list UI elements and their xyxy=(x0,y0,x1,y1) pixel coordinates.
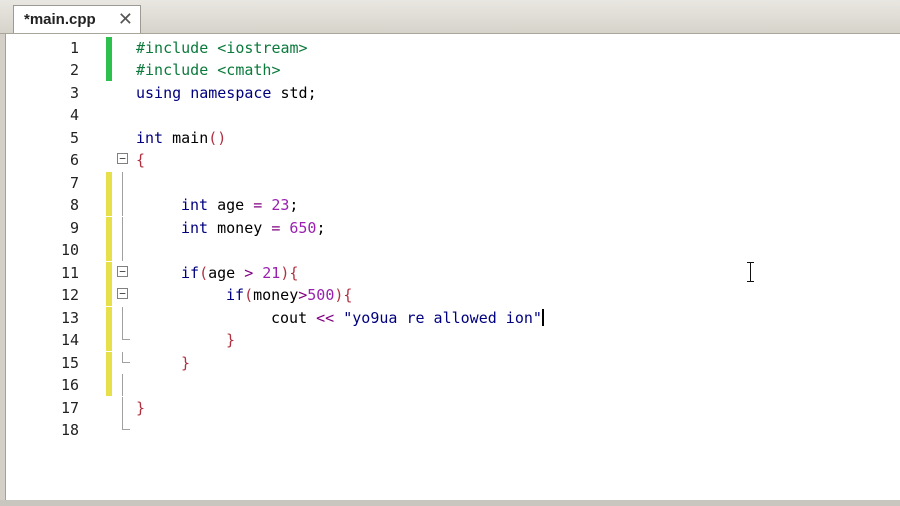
gutter-row: 16 xyxy=(6,374,900,396)
tab-title: *main.cpp xyxy=(24,11,96,28)
fold-end-marker xyxy=(122,419,130,430)
bottom-border xyxy=(0,500,900,506)
code-text: } xyxy=(136,399,146,417)
fold-guide-line xyxy=(122,172,123,194)
code-text: cout << "yo9ua re allowed ion" xyxy=(271,309,544,327)
code-line-9: int money = 650; xyxy=(6,217,900,239)
unsaved-change-marker xyxy=(106,239,112,261)
line-number: 10 xyxy=(60,241,79,259)
code-line-13: cout << "yo9ua re allowed ion" xyxy=(6,307,900,329)
close-icon[interactable]: ✕ xyxy=(118,9,133,29)
code-line-12: if(money>500){ xyxy=(6,284,900,306)
line-number: 18 xyxy=(60,421,79,439)
code-text: #include <iostream> xyxy=(136,39,308,57)
code-line-1: #include <iostream> xyxy=(6,37,900,59)
code-line-11: if(age > 21){ xyxy=(6,262,900,284)
code-text: #include <cmath> xyxy=(136,61,281,79)
line-number: 16 xyxy=(60,376,79,394)
code-line-14: } xyxy=(6,329,900,351)
code-text: int main() xyxy=(136,129,227,147)
text-caret xyxy=(541,309,544,326)
code-editor[interactable]: 1 2 3 4 5 6−7 8 9 10 11−12−13 14 15 16 17 18 #include … xyxy=(5,34,900,502)
unsaved-change-marker xyxy=(106,374,112,396)
ibeam-cursor-icon xyxy=(746,262,755,282)
tab-bar: *main.cpp ✕ xyxy=(0,0,900,34)
code-text: } xyxy=(226,331,236,349)
fold-guide-line xyxy=(122,239,123,261)
code-text: { xyxy=(136,151,146,169)
gutter-row: 7 xyxy=(6,172,900,194)
code-text: int age = 23; xyxy=(181,196,299,214)
fold-guide-line xyxy=(122,374,123,396)
gutter-row: 4 xyxy=(6,104,900,126)
code-line-6: { xyxy=(6,149,900,171)
tab-main-cpp[interactable]: *main.cpp ✕ xyxy=(13,5,141,33)
code-line-3: using namespace std; xyxy=(6,82,900,104)
code-line-17: } xyxy=(6,397,900,419)
code-line-15: } xyxy=(6,352,900,374)
code-text: int money = 650; xyxy=(181,219,326,237)
code-line-2: #include <cmath> xyxy=(6,59,900,81)
code-text: using namespace std; xyxy=(136,84,317,102)
code-text: if(age > 21){ xyxy=(181,264,299,282)
code-line-8: int age = 23; xyxy=(6,194,900,216)
code-line-5: int main() xyxy=(6,127,900,149)
gutter-row: 18 xyxy=(6,419,900,441)
gutter-row: 10 xyxy=(6,239,900,261)
unsaved-change-marker xyxy=(106,172,112,194)
line-number: 7 xyxy=(69,174,79,192)
line-number: 4 xyxy=(69,106,79,124)
code-text: if(money>500){ xyxy=(226,286,353,304)
code-text: } xyxy=(181,354,191,372)
